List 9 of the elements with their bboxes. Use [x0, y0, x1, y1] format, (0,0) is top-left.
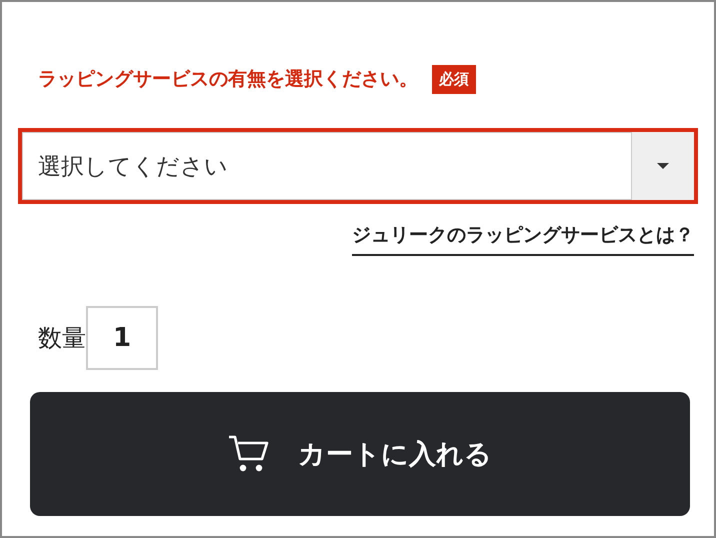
error-message: ラッピングサービスの有無を選択ください。 — [38, 67, 418, 92]
add-to-cart-button[interactable]: カートに入れる — [30, 392, 690, 516]
dropdown-caret-icon — [656, 162, 670, 170]
cart-icon — [228, 435, 270, 473]
select-field[interactable]: 選択してください — [18, 128, 698, 204]
quantity-input[interactable]: 1 — [86, 306, 158, 370]
wrapping-info-link[interactable]: ジュリークのラッピングサービスとは？ — [352, 220, 694, 256]
required-badge: 必須 — [432, 64, 476, 94]
quantity-label: 数量 — [38, 323, 86, 354]
